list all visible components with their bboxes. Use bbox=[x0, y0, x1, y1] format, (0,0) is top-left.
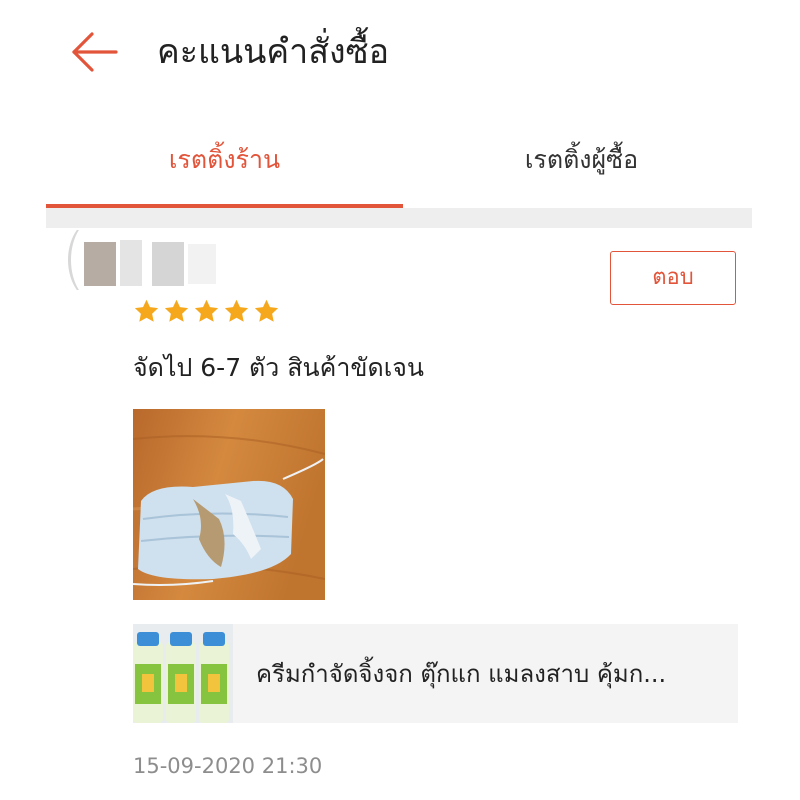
blur-block bbox=[120, 240, 142, 286]
tab-store-rating[interactable]: เรตติ้งร้าน bbox=[46, 126, 403, 208]
blur-block bbox=[152, 242, 184, 286]
section-divider bbox=[46, 208, 752, 228]
tab-buyer-rating[interactable]: เรตติ้งผู้ซื้อ bbox=[403, 126, 760, 208]
app-header: คะแนนคำสั่งซื้อ bbox=[0, 0, 800, 110]
star-icon bbox=[164, 299, 189, 322]
page-title: คะแนนคำสั่งซื้อ bbox=[157, 32, 390, 72]
star-icon bbox=[224, 299, 249, 322]
order-rating-page: คะแนนคำสั่งซื้อ เรตติ้งร้าน เรตติ้งผู้ซื… bbox=[0, 0, 800, 800]
product-name: ครีมกำจัดจิ้งจก ตุ๊กแก แมลงสาบ คุ้มก... bbox=[256, 660, 667, 688]
arrow-left-icon bbox=[72, 32, 118, 72]
blur-block bbox=[84, 242, 116, 286]
product-card[interactable]: ครีมกำจัดจิ้งจก ตุ๊กแก แมลงสาบ คุ้มก... bbox=[133, 624, 738, 723]
blur-block bbox=[188, 244, 216, 284]
face-mask-photo bbox=[133, 409, 325, 600]
star-icon bbox=[254, 299, 279, 322]
reviewer-avatar-blurred[interactable] bbox=[68, 230, 218, 290]
rating-tabs: เรตติ้งร้าน เรตติ้งผู้ซื้อ bbox=[46, 126, 752, 208]
star-icon bbox=[134, 299, 159, 322]
star-icon bbox=[194, 299, 219, 322]
star-rating bbox=[133, 298, 280, 328]
reply-button[interactable]: ตอบ bbox=[610, 251, 736, 305]
review-photo[interactable] bbox=[133, 409, 325, 600]
product-thumbnail bbox=[133, 624, 233, 723]
review-comment: จัดไป 6-7 ตัว สินค้าขัดเจน bbox=[133, 353, 424, 382]
review-timestamp: 15-09-2020 21:30 bbox=[133, 754, 323, 778]
product-bottles-image bbox=[133, 624, 233, 723]
back-button[interactable] bbox=[68, 30, 120, 74]
